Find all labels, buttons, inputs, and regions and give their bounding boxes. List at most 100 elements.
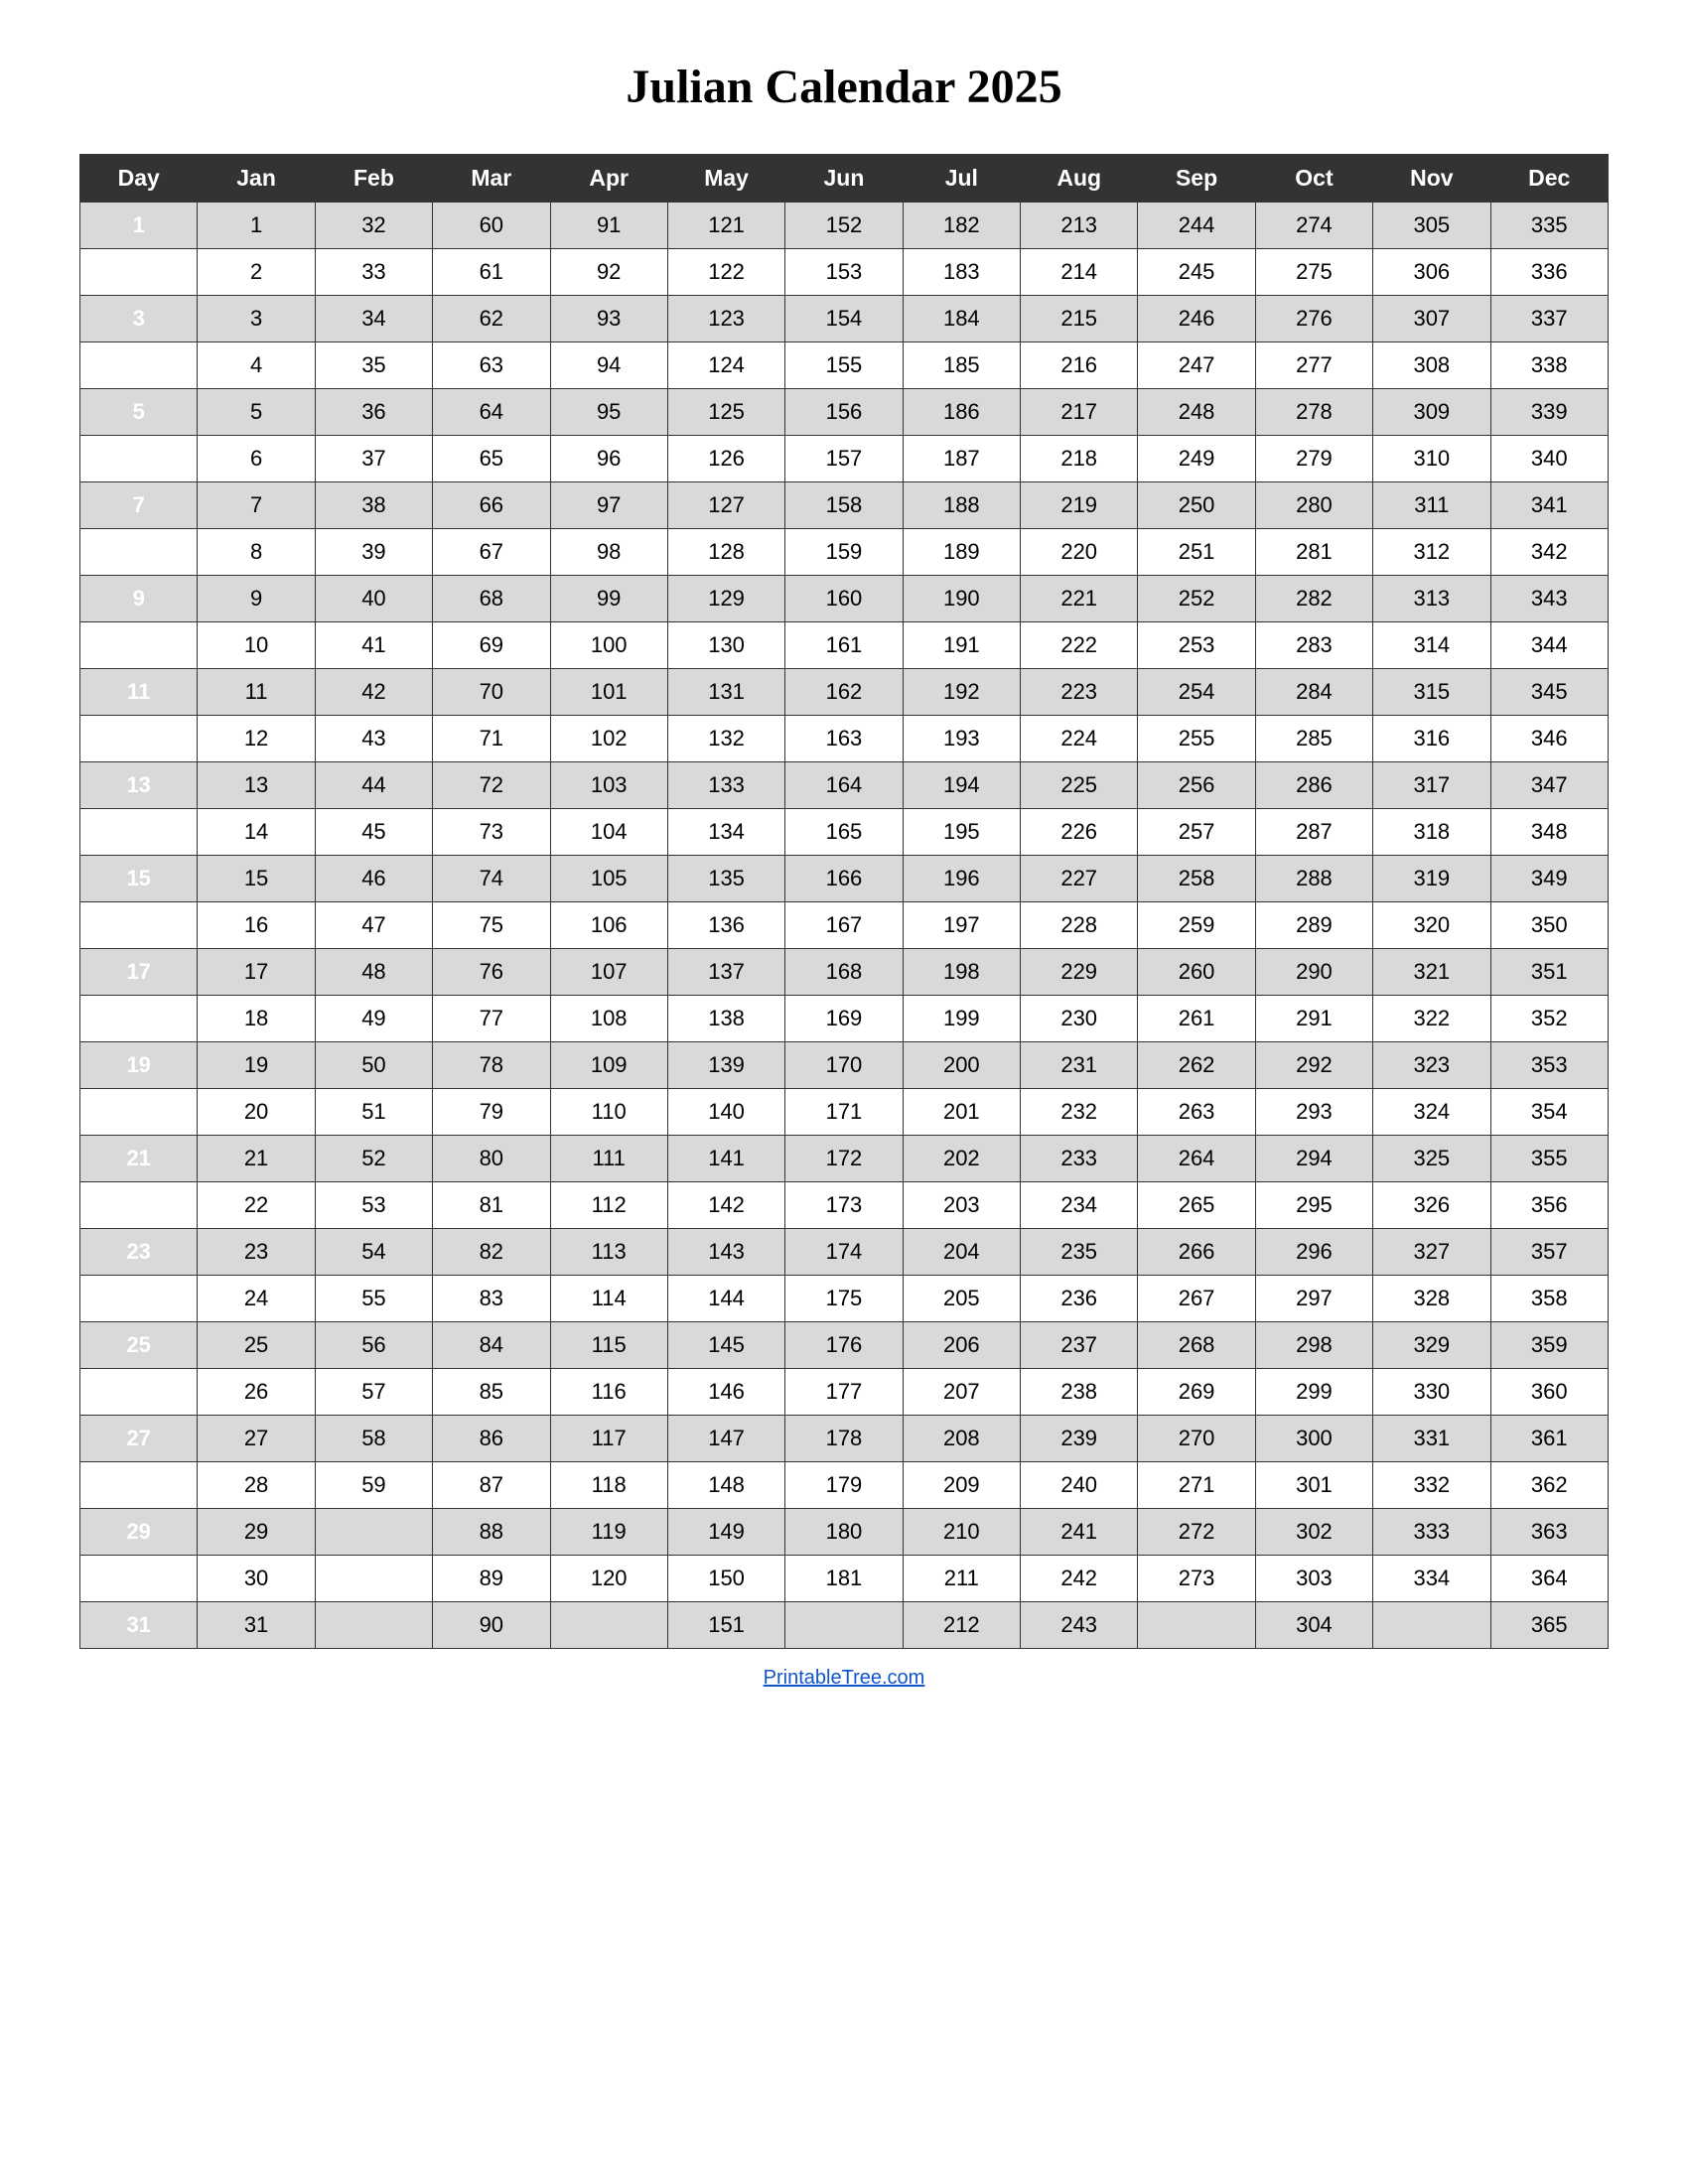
julian-day-cell: 146 bbox=[667, 1369, 784, 1416]
julian-day-cell: 148 bbox=[667, 1462, 784, 1509]
day-cell: 13 bbox=[80, 762, 198, 809]
table-row: 23235482113143174204235266296327357 bbox=[80, 1229, 1609, 1276]
julian-day-cell: 228 bbox=[1021, 902, 1138, 949]
julian-day-cell: 357 bbox=[1490, 1229, 1609, 1276]
julian-day-cell: 231 bbox=[1021, 1042, 1138, 1089]
julian-day-cell: 234 bbox=[1021, 1182, 1138, 1229]
julian-day-cell: 226 bbox=[1021, 809, 1138, 856]
julian-day-cell bbox=[785, 1602, 903, 1649]
julian-day-cell: 59 bbox=[315, 1462, 432, 1509]
table-row: 16164775106136167197228259289320350 bbox=[80, 902, 1609, 949]
julian-day-cell: 100 bbox=[550, 622, 667, 669]
julian-day-cell: 238 bbox=[1021, 1369, 1138, 1416]
julian-day-cell: 345 bbox=[1490, 669, 1609, 716]
julian-day-cell: 31 bbox=[198, 1602, 315, 1649]
table-row: 22225381112142173203234265295326356 bbox=[80, 1182, 1609, 1229]
julian-day-cell: 9 bbox=[198, 576, 315, 622]
julian-day-cell: 49 bbox=[315, 996, 432, 1042]
column-header-mar: Mar bbox=[433, 155, 550, 203]
julian-day-cell: 307 bbox=[1373, 296, 1490, 342]
julian-day-cell: 54 bbox=[315, 1229, 432, 1276]
julian-day-cell: 65 bbox=[433, 436, 550, 482]
table-row: 19195078109139170200231262292323353 bbox=[80, 1042, 1609, 1089]
julian-day-cell: 143 bbox=[667, 1229, 784, 1276]
julian-day-cell: 290 bbox=[1255, 949, 1372, 996]
julian-day-cell: 101 bbox=[550, 669, 667, 716]
julian-day-cell: 34 bbox=[315, 296, 432, 342]
julian-day-cell: 11 bbox=[198, 669, 315, 716]
julian-day-cell: 137 bbox=[667, 949, 784, 996]
julian-day-cell: 33 bbox=[315, 249, 432, 296]
julian-day-cell: 27 bbox=[198, 1416, 315, 1462]
julian-day-cell: 80 bbox=[433, 1136, 550, 1182]
julian-day-cell: 102 bbox=[550, 716, 667, 762]
julian-day-cell: 75 bbox=[433, 902, 550, 949]
julian-day-cell: 129 bbox=[667, 576, 784, 622]
julian-day-cell: 354 bbox=[1490, 1089, 1609, 1136]
footer-link[interactable]: PrintableTree.com bbox=[764, 1667, 925, 1690]
julian-day-cell: 320 bbox=[1373, 902, 1490, 949]
julian-day-cell: 120 bbox=[550, 1556, 667, 1602]
table-row: 14144573104134165195226257287318348 bbox=[80, 809, 1609, 856]
julian-day-cell: 60 bbox=[433, 203, 550, 249]
julian-day-cell: 6 bbox=[198, 436, 315, 482]
julian-day-cell: 89 bbox=[433, 1556, 550, 1602]
julian-day-cell: 314 bbox=[1373, 622, 1490, 669]
julian-day-cell: 326 bbox=[1373, 1182, 1490, 1229]
julian-day-cell: 342 bbox=[1490, 529, 1609, 576]
day-cell: 11 bbox=[80, 669, 198, 716]
julian-day-cell: 281 bbox=[1255, 529, 1372, 576]
julian-day-cell: 283 bbox=[1255, 622, 1372, 669]
julian-day-cell: 192 bbox=[903, 669, 1020, 716]
column-header-apr: Apr bbox=[550, 155, 667, 203]
julian-day-cell: 179 bbox=[785, 1462, 903, 1509]
julian-day-cell: 186 bbox=[903, 389, 1020, 436]
julian-day-cell: 330 bbox=[1373, 1369, 1490, 1416]
julian-day-cell: 170 bbox=[785, 1042, 903, 1089]
julian-day-cell: 196 bbox=[903, 856, 1020, 902]
julian-day-cell: 262 bbox=[1138, 1042, 1255, 1089]
julian-day-cell: 277 bbox=[1255, 342, 1372, 389]
julian-day-cell: 256 bbox=[1138, 762, 1255, 809]
julian-day-cell: 260 bbox=[1138, 949, 1255, 996]
julian-day-cell: 308 bbox=[1373, 342, 1490, 389]
julian-day-cell: 90 bbox=[433, 1602, 550, 1649]
julian-day-cell: 13 bbox=[198, 762, 315, 809]
julian-day-cell: 331 bbox=[1373, 1416, 1490, 1462]
julian-day-cell: 107 bbox=[550, 949, 667, 996]
table-row: 88396798128159189220251281312342 bbox=[80, 529, 1609, 576]
julian-day-cell: 125 bbox=[667, 389, 784, 436]
julian-day-cell: 190 bbox=[903, 576, 1020, 622]
julian-day-cell: 257 bbox=[1138, 809, 1255, 856]
day-cell: 12 bbox=[80, 716, 198, 762]
julian-day-cell: 138 bbox=[667, 996, 784, 1042]
page-title: Julian Calendar 2025 bbox=[626, 60, 1061, 114]
day-cell: 9 bbox=[80, 576, 198, 622]
column-header-may: May bbox=[667, 155, 784, 203]
julian-day-cell: 208 bbox=[903, 1416, 1020, 1462]
table-row: 12124371102132163193224255285316346 bbox=[80, 716, 1609, 762]
julian-day-cell: 223 bbox=[1021, 669, 1138, 716]
julian-day-cell: 50 bbox=[315, 1042, 432, 1089]
table-row: 28285987118148179209240271301332362 bbox=[80, 1462, 1609, 1509]
julian-day-cell: 15 bbox=[198, 856, 315, 902]
julian-day-cell: 335 bbox=[1490, 203, 1609, 249]
julian-day-cell: 239 bbox=[1021, 1416, 1138, 1462]
julian-day-cell: 28 bbox=[198, 1462, 315, 1509]
julian-day-cell: 315 bbox=[1373, 669, 1490, 716]
julian-day-cell: 214 bbox=[1021, 249, 1138, 296]
julian-day-cell: 173 bbox=[785, 1182, 903, 1229]
julian-day-cell: 61 bbox=[433, 249, 550, 296]
julian-day-cell: 164 bbox=[785, 762, 903, 809]
julian-day-cell: 224 bbox=[1021, 716, 1138, 762]
julian-day-cell: 19 bbox=[198, 1042, 315, 1089]
julian-day-cell: 222 bbox=[1021, 622, 1138, 669]
julian-day-cell: 181 bbox=[785, 1556, 903, 1602]
julian-day-cell: 95 bbox=[550, 389, 667, 436]
column-header-aug: Aug bbox=[1021, 155, 1138, 203]
julian-day-cell: 188 bbox=[903, 482, 1020, 529]
julian-day-cell: 74 bbox=[433, 856, 550, 902]
julian-day-cell: 248 bbox=[1138, 389, 1255, 436]
julian-day-cell: 358 bbox=[1490, 1276, 1609, 1322]
day-cell: 22 bbox=[80, 1182, 198, 1229]
